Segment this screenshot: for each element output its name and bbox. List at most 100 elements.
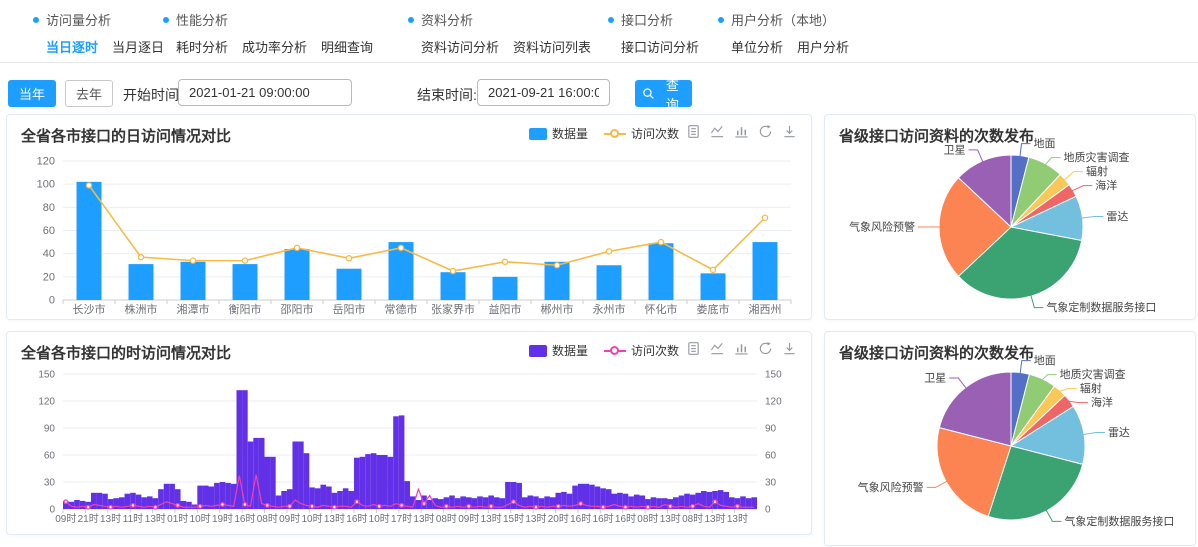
search-button[interactable]: 查询 xyxy=(635,80,692,107)
bullet-icon xyxy=(718,17,724,23)
nav-group-performance: 性能分析 耗时分析 成功率分析 明细查询 xyxy=(163,10,373,56)
svg-text:10时: 10时 xyxy=(369,513,390,525)
svg-text:岳阳市: 岳阳市 xyxy=(333,302,366,316)
svg-text:150: 150 xyxy=(38,370,55,381)
access-count-pie-chart[interactable]: 地面地质灾害调查辐射海洋雷达气象定制数据服务接口气象风险预警卫星 xyxy=(825,115,1197,321)
svg-text:气象定制数据服务接口: 气象定制数据服务接口 xyxy=(1046,300,1156,314)
svg-text:90: 90 xyxy=(765,424,777,435)
province-pie-card-2: 省级接口访问资料的次数发布 地面地质灾害调查辐射海洋雷达气象定制数据服务接口气象… xyxy=(824,331,1196,546)
svg-text:海洋: 海洋 xyxy=(1091,395,1113,409)
svg-text:娄底市: 娄底市 xyxy=(697,302,730,316)
nav-sublinks: 单位分析 用户分析 xyxy=(731,37,849,56)
nav-divider xyxy=(0,62,1198,63)
svg-text:16时: 16时 xyxy=(615,513,636,525)
svg-text:气象风险预警: 气象风险预警 xyxy=(849,220,915,234)
svg-text:19时: 19时 xyxy=(212,513,233,525)
this-year-button[interactable]: 当年 xyxy=(8,80,56,107)
svg-text:09时: 09时 xyxy=(279,513,300,525)
svg-text:30: 30 xyxy=(44,478,56,489)
svg-text:150: 150 xyxy=(765,370,782,381)
nav-item-user-analysis[interactable]: 用户分析 xyxy=(797,37,849,56)
svg-text:21时: 21时 xyxy=(78,513,99,525)
svg-text:雷达: 雷达 xyxy=(1106,210,1128,223)
start-time-input[interactable] xyxy=(178,79,352,106)
nav-group-label: 接口分析 xyxy=(621,10,673,29)
bullet-icon xyxy=(408,17,414,23)
svg-text:08时: 08时 xyxy=(436,513,457,525)
svg-text:08时: 08时 xyxy=(637,513,658,525)
bullet-icon xyxy=(608,17,614,23)
daily-bar-line-chart[interactable]: 020406080100120长沙市株洲市湘潭市衡阳市邵阳市岳阳市常德市张家界市… xyxy=(7,115,813,321)
svg-text:湘西州: 湘西州 xyxy=(749,302,782,316)
svg-text:20: 20 xyxy=(43,271,55,283)
svg-text:卫星: 卫星 xyxy=(924,372,946,385)
start-time-label: 开始时间: xyxy=(123,85,183,105)
nav-sublinks: 当日逐时 当月逐日 xyxy=(46,37,164,56)
nav-group-title: 访问量分析 xyxy=(33,10,164,29)
svg-text:16时: 16时 xyxy=(346,513,367,525)
end-time-input[interactable] xyxy=(477,79,610,106)
svg-text:90: 90 xyxy=(44,424,56,435)
svg-text:15时: 15时 xyxy=(503,513,524,525)
nav-group-label: 资料分析 xyxy=(421,10,473,29)
svg-text:地面: 地面 xyxy=(1034,137,1056,150)
bullet-icon xyxy=(33,17,39,23)
svg-text:100: 100 xyxy=(37,179,55,191)
nav-group-title: 资料分析 xyxy=(408,10,591,29)
nav-item-unit-analysis[interactable]: 单位分析 xyxy=(731,37,783,56)
svg-text:雷达: 雷达 xyxy=(1108,426,1130,439)
svg-text:01时: 01时 xyxy=(167,513,188,525)
hourly-bar-line-chart[interactable]: 0030306060909012012015015009时21时13时11时13… xyxy=(7,332,813,536)
svg-text:13时: 13时 xyxy=(481,513,502,525)
svg-text:郴州市: 郴州市 xyxy=(541,302,574,316)
svg-text:13时: 13时 xyxy=(660,513,681,525)
svg-text:30: 30 xyxy=(765,478,777,489)
nav-item-success-rate[interactable]: 成功率分析 xyxy=(242,37,307,56)
svg-text:60: 60 xyxy=(765,451,777,462)
svg-text:60: 60 xyxy=(44,451,56,462)
svg-text:湘潭市: 湘潭市 xyxy=(177,302,210,316)
bullet-icon xyxy=(163,17,169,23)
svg-text:13时: 13时 xyxy=(324,513,345,525)
hourly-access-chart-card: 全省各市接口的时访问情况对比 数据量 访问次数 0030306060909012… xyxy=(6,331,812,535)
svg-text:10时: 10时 xyxy=(190,513,211,525)
nav-group-user: 用户分析（本地） 单位分析 用户分析 xyxy=(718,10,849,56)
nav-item-hourly-today[interactable]: 当日逐时 xyxy=(46,37,98,56)
svg-text:0: 0 xyxy=(765,505,771,516)
svg-text:120: 120 xyxy=(37,156,55,168)
nav-item-time-cost[interactable]: 耗时分析 xyxy=(176,37,228,56)
nav-sublinks: 接口访问分析 xyxy=(621,37,699,56)
svg-text:11时: 11时 xyxy=(123,513,143,525)
svg-text:卫星: 卫星 xyxy=(944,143,966,156)
svg-text:0: 0 xyxy=(49,295,55,307)
nav-group-title: 用户分析（本地） xyxy=(718,10,849,29)
svg-text:永州市: 永州市 xyxy=(593,302,626,316)
nav-sublinks: 资料访问分析 资料访问列表 xyxy=(421,37,591,56)
last-year-button[interactable]: 去年 xyxy=(65,80,113,107)
svg-text:13时: 13时 xyxy=(525,513,546,525)
svg-text:气象风险预警: 气象风险预警 xyxy=(858,480,924,494)
nav-item-interface-access[interactable]: 接口访问分析 xyxy=(621,37,699,56)
svg-text:10时: 10时 xyxy=(301,513,322,525)
nav-group-label: 性能分析 xyxy=(176,10,228,29)
svg-text:08时: 08时 xyxy=(257,513,278,525)
svg-text:辐射: 辐射 xyxy=(1086,164,1108,178)
nav-group-label: 访问量分析 xyxy=(46,10,111,29)
nav-item-data-access-list[interactable]: 资料访问列表 xyxy=(513,37,591,56)
svg-text:辐射: 辐射 xyxy=(1080,381,1102,395)
nav-item-daily-month[interactable]: 当月逐日 xyxy=(112,37,164,56)
svg-text:16时: 16时 xyxy=(570,513,591,525)
access-count-pie-chart[interactable]: 地面地质灾害调查辐射海洋雷达气象定制数据服务接口气象风险预警卫星 xyxy=(825,332,1197,547)
svg-text:衡阳市: 衡阳市 xyxy=(229,302,262,316)
nav-item-data-access-analysis[interactable]: 资料访问分析 xyxy=(421,37,499,56)
search-icon xyxy=(642,87,655,100)
svg-text:怀化市: 怀化市 xyxy=(645,302,678,316)
nav-sublinks: 耗时分析 成功率分析 明细查询 xyxy=(176,37,373,56)
svg-text:益阳市: 益阳市 xyxy=(489,302,522,316)
svg-text:13时: 13时 xyxy=(413,513,434,525)
svg-text:08时: 08时 xyxy=(682,513,703,525)
svg-text:09时: 09时 xyxy=(458,513,479,525)
nav-item-detail-query[interactable]: 明细查询 xyxy=(321,37,373,56)
svg-text:20时: 20时 xyxy=(548,513,569,525)
nav-group-label: 用户分析（本地） xyxy=(731,10,835,29)
